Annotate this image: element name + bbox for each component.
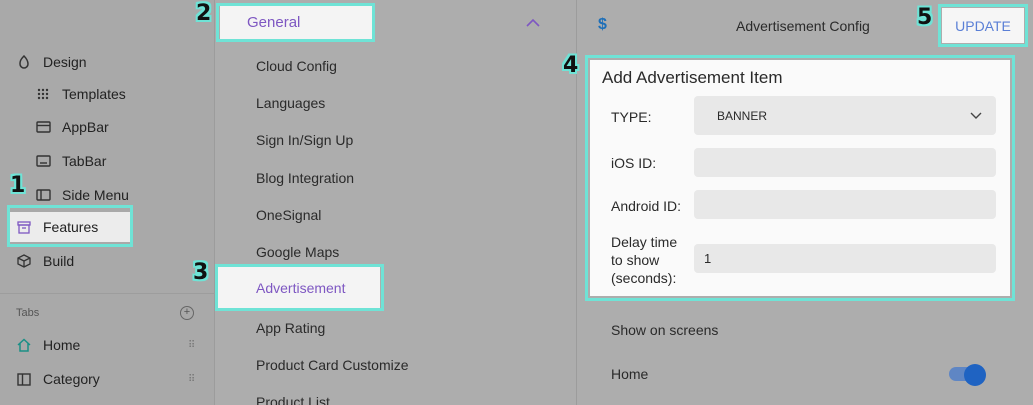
tab-item-label: Category — [43, 371, 100, 387]
side-menu-icon — [35, 187, 51, 203]
annotation-badge-1: 1 — [10, 173, 26, 198]
menu-item-product-card[interactable]: Product Card Customize — [256, 357, 409, 373]
delay-label-line: (seconds): — [611, 270, 677, 286]
section-general[interactable]: General — [220, 6, 372, 39]
annotation-badge-4: 4 — [563, 53, 579, 78]
menu-item-product-list[interactable]: Product List — [256, 394, 330, 405]
android-id-field[interactable] — [694, 190, 996, 219]
show-on-screens-header: Show on screens — [611, 322, 719, 338]
tabbar-icon — [35, 153, 51, 169]
sidebar-divider — [0, 293, 215, 294]
sidebar-item-label: Side Menu — [62, 187, 129, 203]
tab-item-home[interactable]: Home — [10, 330, 80, 360]
menu-item-languages[interactable]: Languages — [256, 95, 325, 111]
sidebar-item-tabbar[interactable]: TabBar — [10, 146, 106, 176]
sidebar-item-templates[interactable]: Templates — [10, 79, 126, 109]
annotation-badge-5: 5 — [917, 5, 933, 30]
chevron-down-icon — [970, 109, 982, 123]
menu-item-advertisement[interactable]: Advertisement — [218, 267, 380, 308]
delay-label-line: Delay time — [611, 234, 678, 250]
sidebar-item-label: Design — [43, 54, 87, 70]
sidebar-item-design[interactable]: Design — [10, 47, 87, 77]
home-icon — [16, 337, 32, 353]
tabs-header: Tabs — [16, 307, 40, 319]
tab-item-label: Home — [43, 337, 81, 353]
card-title: Add Advertisement Item — [602, 68, 783, 87]
home-toggle-knob[interactable] — [964, 364, 986, 386]
drag-handle-icon[interactable]: ⠿ — [188, 374, 195, 385]
sidebar-item-label: AppBar — [62, 119, 109, 135]
sidebar: Design Templates AppBar TabBar Side Menu… — [0, 0, 215, 405]
delay-label-line: to show — [611, 252, 660, 268]
type-value: BANNER — [717, 108, 768, 123]
menu-item-onesignal[interactable]: OneSignal — [256, 207, 321, 223]
sidebar-item-label: Templates — [62, 86, 126, 102]
screen-home-label: Home — [611, 366, 649, 382]
menu-item-google-maps[interactable]: Google Maps — [256, 244, 339, 260]
palette-icon — [16, 54, 32, 70]
category-icon — [16, 371, 32, 387]
android-id-label: Android ID: — [611, 198, 682, 214]
archive-icon — [16, 219, 32, 235]
menu-item-app-rating[interactable]: App Rating — [256, 320, 325, 336]
sidebar-item-side-menu[interactable]: Side Menu — [10, 180, 129, 210]
ios-id-field[interactable] — [694, 148, 996, 177]
sidebar-item-label: Features — [43, 219, 99, 235]
add-ad-item-card: Add Advertisement Item TYPE: BANNER iOS … — [590, 60, 1010, 296]
ios-id-label: iOS ID: — [611, 155, 657, 171]
menu-item-sign-in[interactable]: Sign In/Sign Up — [256, 132, 353, 148]
features-menu: Cloud Config Languages Sign In/Sign Up B… — [215, 0, 577, 405]
appbar-icon — [35, 119, 51, 135]
grid-dots-icon — [35, 86, 51, 102]
sidebar-item-features[interactable]: Features — [10, 212, 130, 242]
delay-seconds-field[interactable]: 1 — [694, 244, 996, 273]
annotation-badge-2: 2 — [196, 1, 212, 26]
update-button[interactable]: UPDATE — [942, 8, 1024, 43]
sidebar-item-label: TabBar — [62, 153, 107, 169]
menu-item-cloud-config[interactable]: Cloud Config — [256, 58, 337, 74]
currency-icon: $ — [598, 16, 607, 33]
cube-icon — [16, 253, 32, 269]
type-label: TYPE: — [611, 109, 652, 125]
type-select[interactable]: BANNER — [694, 96, 996, 135]
chevron-up-icon[interactable] — [526, 14, 540, 32]
menu-item-blog-integration[interactable]: Blog Integration — [256, 170, 354, 186]
sidebar-item-label: Build — [43, 253, 75, 269]
sidebar-item-build[interactable]: Build — [10, 246, 74, 276]
delay-label: Delay time to show (seconds): — [611, 233, 677, 287]
tab-item-category[interactable]: Category — [10, 364, 100, 394]
config-title: Advertisement Config — [736, 18, 870, 34]
add-tab-icon[interactable]: + — [180, 306, 194, 320]
annotation-badge-3: 3 — [193, 260, 209, 285]
sidebar-item-appbar[interactable]: AppBar — [10, 112, 109, 142]
drag-handle-icon[interactable]: ⠿ — [188, 340, 195, 351]
